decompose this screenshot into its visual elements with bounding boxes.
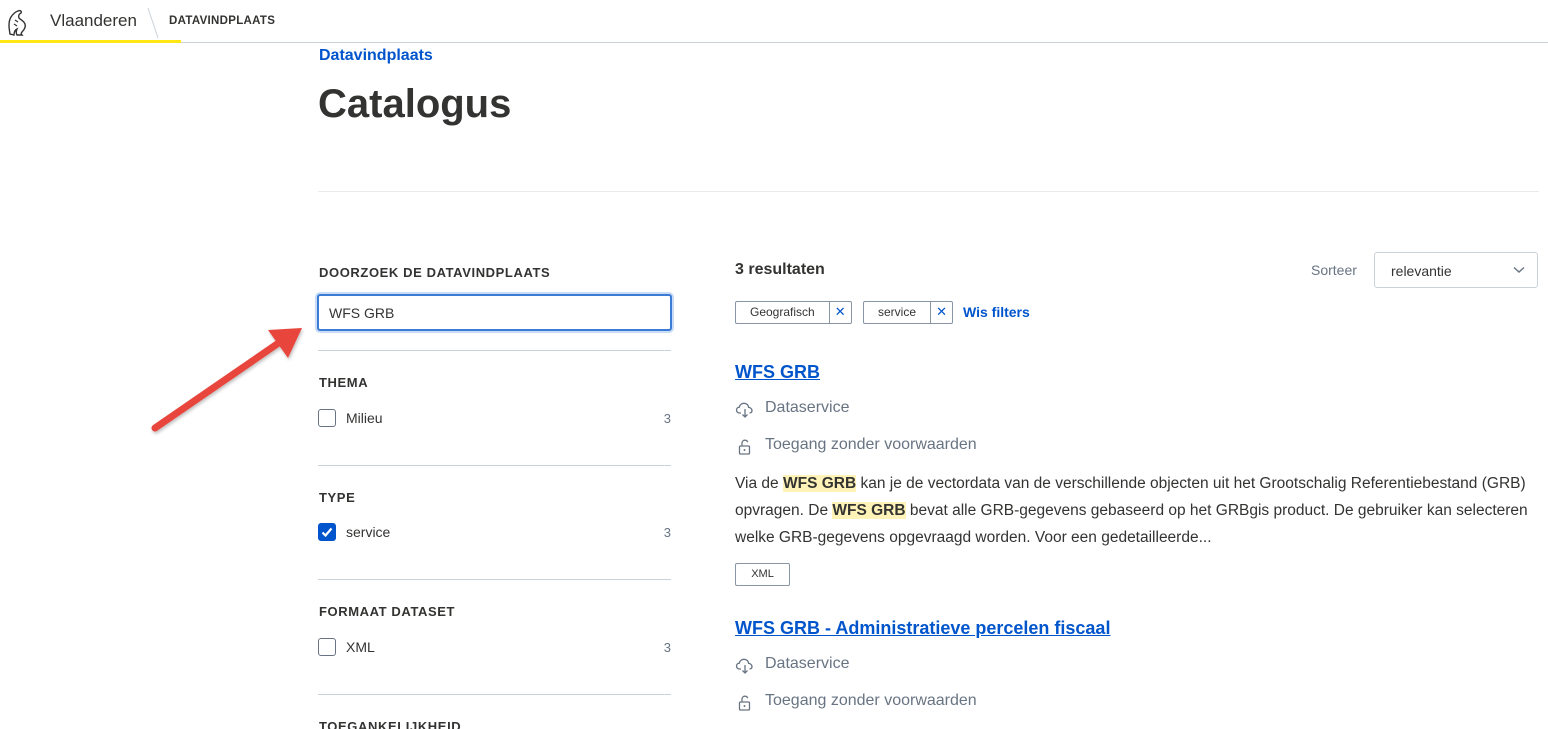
filter-heading-thema: THEMA	[319, 375, 369, 390]
divider	[318, 465, 671, 466]
result-access-label: Toegang zonder voorwaarden	[765, 436, 977, 453]
chevron-down-icon	[1513, 266, 1525, 273]
checkmark-icon	[321, 527, 333, 538]
checkbox-checked[interactable]	[318, 523, 336, 541]
filter-option-milieu[interactable]: Milieu 3	[318, 408, 671, 428]
cloud-download-icon	[735, 658, 753, 674]
breadcrumb[interactable]: Datavindplaats	[319, 47, 433, 65]
active-filter-service: service ✕	[863, 301, 954, 324]
divider	[318, 694, 671, 695]
filter-count: 3	[663, 640, 671, 655]
sort-select[interactable]: relevantie	[1374, 252, 1538, 288]
result-type-label: Dataservice	[765, 655, 850, 672]
filter-label: Milieu	[346, 410, 383, 426]
sort-label: Sorteer	[1311, 262, 1357, 278]
annotation-arrow	[151, 328, 302, 432]
search-highlight: WFS GRB	[832, 502, 906, 519]
search-input[interactable]	[317, 294, 672, 331]
result-description: Via de WFS GRB kan je de vectordata van …	[735, 470, 1535, 551]
unlock-icon	[738, 439, 751, 455]
checkbox[interactable]	[318, 409, 336, 427]
close-icon[interactable]: ✕	[930, 302, 952, 323]
page-title: Catalogus	[318, 82, 512, 126]
lion-logo-icon	[8, 9, 26, 36]
format-tag: XML	[735, 563, 790, 586]
close-icon[interactable]: ✕	[828, 302, 851, 323]
filter-option-service[interactable]: service 3	[318, 522, 671, 542]
divider	[318, 579, 671, 580]
result-access-label: Toegang zonder voorwaarden	[765, 692, 977, 709]
filter-heading-toegankelijkheid: TOEGANKELIJKHEID	[319, 719, 462, 729]
brand-block[interactable]: Vlaanderen	[0, 0, 181, 43]
pill-label: service	[878, 305, 917, 319]
filter-heading-formaat: FORMAAT DATASET	[319, 604, 456, 619]
pill-label: Geografisch	[750, 305, 815, 319]
desc-text: Via de	[735, 475, 783, 492]
result-title[interactable]: WFS GRB	[735, 362, 820, 383]
divider	[318, 350, 671, 351]
clear-filters-link[interactable]: Wis filters	[963, 304, 1030, 320]
search-highlight: WFS GRB	[782, 475, 857, 492]
filter-label: service	[346, 524, 391, 540]
result-title[interactable]: WFS GRB - Administratieve percelen fisca…	[735, 618, 1110, 639]
filter-heading-type: TYPE	[319, 490, 356, 505]
sort-value: relevantie	[1391, 263, 1452, 279]
header-separator	[147, 7, 159, 39]
filter-count: 3	[663, 525, 671, 540]
search-label: DOORZOEK DE DATAVINDPLAATS	[319, 265, 551, 280]
brand-name: Vlaanderen	[50, 11, 137, 30]
heading-divider	[318, 191, 1539, 192]
site-name[interactable]: DATAVINDPLAATS	[169, 15, 275, 27]
filter-count: 3	[663, 411, 671, 426]
result-type-label: Dataservice	[765, 399, 850, 416]
top-header: Vlaanderen DATAVINDPLAATS	[0, 0, 1548, 43]
filter-option-xml[interactable]: XML 3	[318, 637, 671, 657]
checkbox[interactable]	[318, 638, 336, 656]
filter-label: XML	[346, 639, 375, 655]
unlock-icon	[738, 695, 751, 711]
cloud-download-icon	[735, 402, 753, 418]
active-filter-geografisch: Geografisch ✕	[735, 301, 852, 324]
results-count: 3 resultaten	[735, 261, 825, 278]
